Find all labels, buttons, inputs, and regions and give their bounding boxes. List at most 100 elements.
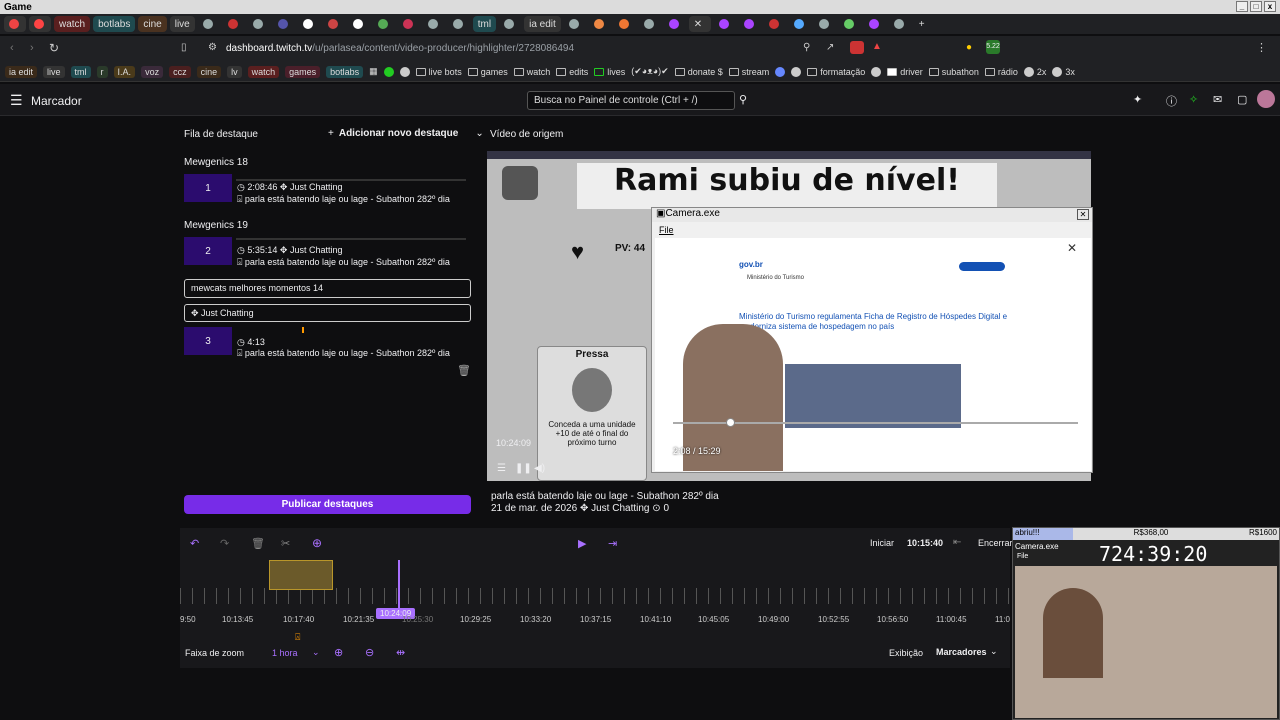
tab-icon[interactable]	[273, 16, 295, 32]
bookmark-folder[interactable]: donate $	[674, 67, 723, 77]
bookmark-folder[interactable]: watch	[513, 67, 550, 77]
tab-icon[interactable]	[29, 16, 51, 32]
help-icon[interactable]: ⓘ	[1166, 93, 1177, 109]
bookmark-folder[interactable]: rádio	[984, 67, 1018, 77]
seek-handle[interactable]	[726, 418, 735, 427]
bookmark-folder[interactable]: 3x	[1052, 66, 1075, 77]
category-input[interactable]: ✥ Just Chatting	[184, 304, 471, 322]
bookmark-folder[interactable]: driver	[887, 67, 923, 77]
fit-icon[interactable]: ⇹	[396, 646, 405, 659]
close-icon[interactable]: ✕	[1067, 241, 1077, 255]
delete-icon[interactable]: 🗑	[251, 537, 265, 550]
search-icon[interactable]: ⚲	[739, 93, 747, 106]
tab-icon[interactable]	[248, 16, 270, 32]
maximize-button[interactable]: □	[1250, 1, 1262, 12]
publish-highlights-button[interactable]: Publicar destaques	[184, 495, 471, 514]
chapters-icon[interactable]: ☰	[497, 463, 506, 474]
zoom-icon[interactable]: ⚲	[803, 42, 810, 53]
skip-to-end-icon[interactable]: ⇥	[608, 537, 617, 550]
tab-watch[interactable]: watch	[54, 16, 91, 32]
zoom-in-icon[interactable]: ⊕	[334, 646, 343, 659]
tab-icon[interactable]	[398, 16, 420, 32]
extension-icon[interactable]: ✧	[1189, 93, 1198, 106]
undo-icon[interactable]: ↶	[190, 537, 199, 550]
apps-grid-icon[interactable]: ▦	[369, 66, 378, 77]
bookmark-item[interactable]: live	[43, 65, 65, 78]
tab-icon[interactable]	[448, 16, 470, 32]
bookmark-icon-item[interactable]	[775, 66, 786, 77]
tab-cine[interactable]: cine	[138, 16, 167, 32]
queue-item[interactable]: 1 ◷ 2:08:46 ✥ Just Chatting ⌻ parla está…	[184, 174, 471, 204]
tab-icon[interactable]	[223, 16, 245, 32]
chevron-down-icon[interactable]: ⌄	[312, 647, 320, 658]
delete-icon[interactable]: 🗑	[457, 364, 471, 377]
tab-icon[interactable]	[789, 16, 811, 32]
tab-icon[interactable]	[614, 16, 636, 32]
tab-icon[interactable]	[564, 16, 586, 32]
add-marker-icon[interactable]: ⊕	[312, 536, 322, 550]
new-tab-icon[interactable]: +	[914, 16, 936, 32]
bookmark-item[interactable]: tml	[70, 65, 91, 78]
tab-icon[interactable]	[373, 16, 395, 32]
tab-icon[interactable]	[589, 16, 611, 32]
tab-active-close[interactable]: ✕	[688, 16, 711, 32]
tab-icon[interactable]	[814, 16, 836, 32]
tab-icon[interactable]	[714, 16, 736, 32]
bookmark-icon-item[interactable]	[791, 66, 802, 77]
bookmark-item[interactable]: watch	[247, 65, 280, 78]
reload-icon[interactable]: ↻	[49, 41, 59, 55]
extension-badge-icon[interactable]: 5.22	[986, 40, 1000, 54]
tab-icon[interactable]	[198, 16, 220, 32]
tab-icon[interactable]	[639, 16, 661, 32]
bookmark-icon[interactable]: ▯	[181, 42, 187, 53]
tab-botlabs[interactable]: botlabs	[93, 16, 136, 32]
search-input[interactable]: Busca no Painel de controle (Ctrl + /)	[527, 91, 735, 110]
play-icon[interactable]: ▶	[578, 537, 586, 550]
bookmark-item[interactable]: lv	[227, 65, 242, 78]
file-menu[interactable]: File	[659, 225, 674, 235]
highlight-clip[interactable]	[269, 560, 333, 590]
close-button[interactable]: x	[1264, 1, 1276, 12]
tab-icon[interactable]	[764, 16, 786, 32]
scissors-icon[interactable]: ✂	[281, 537, 290, 550]
bookmark-icon-item[interactable]	[871, 66, 882, 77]
hamburger-menu-icon[interactable]: ☰	[10, 92, 23, 109]
redo-icon[interactable]: ↷	[220, 537, 229, 550]
volume-icon[interactable]: ◀)	[534, 463, 545, 474]
set-start-icon[interactable]: ⇤	[953, 537, 961, 548]
bookmark-folder[interactable]: live bots	[415, 67, 462, 77]
menu-icon[interactable]: ⋮	[1256, 41, 1267, 54]
url-field[interactable]: dashboard.twitch.tv/u/parlasea/content/v…	[226, 43, 574, 54]
bookmark-item[interactable]: games	[285, 65, 321, 78]
tab-tml[interactable]: tml	[472, 16, 497, 32]
bookmark-item[interactable]: ccz	[169, 65, 191, 78]
tab-icon[interactable]	[839, 16, 861, 32]
queue-item[interactable]: 2 ◷ 5:35:14 ✥ Just Chatting ⌻ parla está…	[184, 237, 471, 267]
bookmark-item[interactable]: ia edit	[5, 65, 38, 78]
bookmark-folder[interactable]: stream	[728, 67, 769, 77]
play-icon[interactable]: ▶	[873, 442, 882, 456]
avatar[interactable]	[1257, 90, 1275, 108]
tab-icon[interactable]	[889, 16, 911, 32]
tab-ia-edit[interactable]: ia edit	[524, 16, 561, 32]
bookmark-folder[interactable]: edits	[556, 67, 588, 77]
notifications-icon[interactable]: ✦	[1133, 93, 1142, 106]
bookmark-item[interactable]: voz	[141, 65, 164, 78]
whispers-icon[interactable]: ▢	[1237, 93, 1247, 106]
timeline-ruler[interactable]	[180, 588, 1010, 604]
close-icon[interactable]: ✕	[1077, 209, 1089, 220]
extension-icon[interactable]: ●	[966, 42, 972, 53]
view-select[interactable]: Marcadores	[936, 647, 987, 657]
zoom-out-icon[interactable]: ⊖	[365, 646, 374, 659]
rewards-icon[interactable]: ▲	[872, 41, 882, 52]
bookmark-item[interactable]: botlabs	[326, 65, 364, 78]
tab-icon[interactable]	[664, 16, 686, 32]
tab-live[interactable]: live	[169, 16, 195, 32]
bookmark-folder[interactable]: subathon	[928, 67, 979, 77]
bookmark-folder[interactable]: 2x	[1023, 66, 1046, 77]
tab-icon[interactable]	[323, 16, 345, 32]
forward-icon[interactable]: ›	[30, 42, 34, 54]
marker-icon[interactable]: ⍓	[295, 632, 300, 643]
bookmark-folder[interactable]: games	[467, 67, 508, 77]
highlight-title-input[interactable]: mewcats melhores momentos 14	[184, 279, 471, 298]
